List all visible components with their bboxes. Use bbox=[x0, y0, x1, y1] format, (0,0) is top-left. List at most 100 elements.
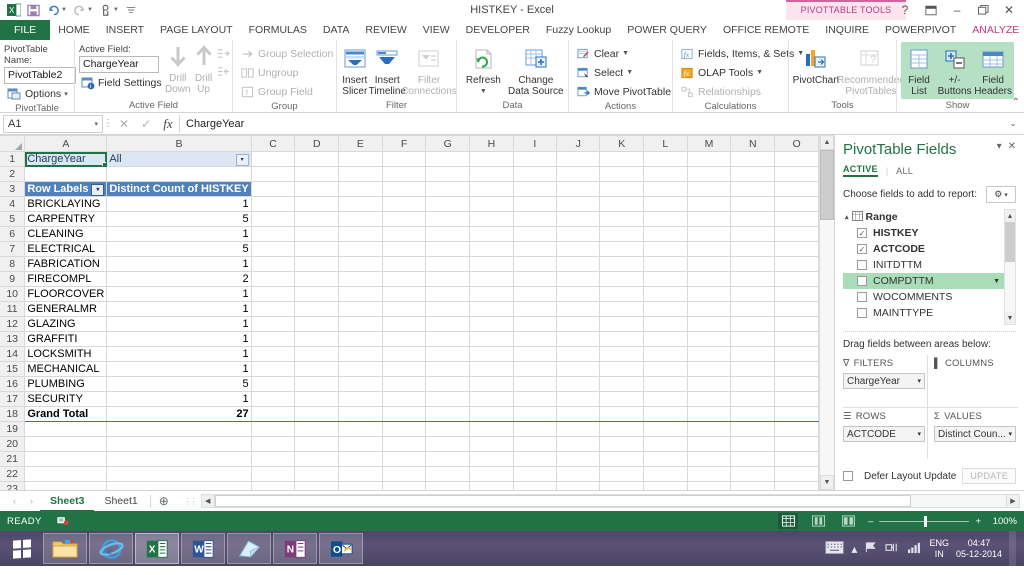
tab-page-layout[interactable]: PAGE LAYOUT bbox=[152, 20, 241, 40]
cell-N22[interactable] bbox=[730, 466, 776, 482]
page-break-preview-button[interactable] bbox=[838, 513, 858, 529]
cell-J18[interactable] bbox=[556, 406, 601, 422]
cell-J15[interactable] bbox=[556, 361, 601, 377]
defer-layout-update-row[interactable]: Defer Layout Update bbox=[843, 471, 956, 482]
cell-M17[interactable] bbox=[687, 391, 732, 407]
cell-I1[interactable] bbox=[513, 151, 557, 167]
cell-B23[interactable] bbox=[106, 481, 252, 490]
cell-L13[interactable] bbox=[643, 331, 688, 347]
row-header-22[interactable]: 22 bbox=[0, 466, 26, 482]
cell-K1[interactable] bbox=[599, 151, 645, 167]
cell-J1[interactable] bbox=[556, 151, 601, 167]
cell-B4[interactable]: 1 bbox=[106, 196, 252, 212]
field-settings-button[interactable]: i Field Settings bbox=[79, 74, 163, 91]
cell-I9[interactable] bbox=[513, 271, 557, 287]
cell-O6[interactable] bbox=[774, 226, 819, 242]
cell-H7[interactable] bbox=[469, 241, 514, 257]
cell-F5[interactable] bbox=[382, 211, 427, 227]
cell-H11[interactable] bbox=[469, 301, 514, 317]
row-header-3[interactable]: 3 bbox=[0, 181, 26, 197]
cell-C7[interactable] bbox=[251, 241, 296, 257]
tab-view[interactable]: VIEW bbox=[415, 20, 458, 40]
field-checkbox-initdttm[interactable] bbox=[857, 260, 867, 270]
taskbar-file-explorer-icon[interactable] bbox=[43, 533, 87, 564]
cell-B8[interactable]: 1 bbox=[106, 256, 252, 272]
cell-C20[interactable] bbox=[251, 436, 296, 452]
cell-O2[interactable] bbox=[774, 166, 819, 182]
cell-G20[interactable] bbox=[425, 436, 471, 452]
cell-L6[interactable] bbox=[643, 226, 688, 242]
cell-B19[interactable] bbox=[106, 421, 252, 437]
cell-F12[interactable] bbox=[382, 316, 427, 332]
cell-D19[interactable] bbox=[294, 421, 340, 437]
field-list[interactable]: ▴ Range ✓ HISTKEY ✓ ACTCODE INITDTTM COM… bbox=[843, 209, 1016, 325]
row-header-15[interactable]: 15 bbox=[0, 361, 26, 377]
cell-A9[interactable]: FIRECOMPL bbox=[24, 271, 108, 287]
cell-D2[interactable] bbox=[294, 166, 340, 182]
cell-J9[interactable] bbox=[556, 271, 601, 287]
cell-E8[interactable] bbox=[338, 256, 383, 272]
cell-B22[interactable] bbox=[106, 466, 252, 482]
move-pivottable-button[interactable]: Move PivotTable bbox=[573, 83, 673, 100]
cell-L23[interactable] bbox=[643, 481, 688, 490]
cell-E10[interactable] bbox=[338, 286, 383, 302]
cell-O14[interactable] bbox=[774, 346, 819, 362]
field-list-scrollbar[interactable]: ▲ ▼ bbox=[1004, 209, 1016, 325]
cell-M9[interactable] bbox=[687, 271, 732, 287]
cell-F7[interactable] bbox=[382, 241, 427, 257]
field-row-actcode[interactable]: ✓ ACTCODE bbox=[843, 241, 1004, 257]
cell-M20[interactable] bbox=[687, 436, 732, 452]
row-header-10[interactable]: 10 bbox=[0, 286, 26, 302]
field-row-histkey[interactable]: ✓ HISTKEY bbox=[843, 225, 1004, 241]
cell-J5[interactable] bbox=[556, 211, 601, 227]
zoom-in-button[interactable]: + bbox=[975, 516, 981, 527]
cell-J14[interactable] bbox=[556, 346, 601, 362]
cell-G15[interactable] bbox=[425, 361, 471, 377]
cell-O16[interactable] bbox=[774, 376, 819, 392]
sheet-tab-sheet1[interactable]: Sheet1 bbox=[94, 491, 147, 512]
tab-insert[interactable]: INSERT bbox=[98, 20, 152, 40]
cell-E6[interactable] bbox=[338, 226, 383, 242]
cell-K16[interactable] bbox=[599, 376, 645, 392]
cell-I2[interactable] bbox=[513, 166, 557, 182]
cell-A20[interactable] bbox=[24, 436, 108, 452]
cell-M19[interactable] bbox=[687, 421, 732, 437]
cell-B7[interactable]: 5 bbox=[106, 241, 252, 257]
col-header-M[interactable]: M bbox=[687, 135, 732, 152]
field-group-range[interactable]: ▴ Range bbox=[843, 209, 1004, 225]
col-header-H[interactable]: H bbox=[469, 135, 514, 152]
cell-B5[interactable]: 5 bbox=[106, 211, 252, 227]
cell-A17[interactable]: SECURITY bbox=[24, 391, 108, 407]
cell-H23[interactable] bbox=[469, 481, 514, 490]
cell-F9[interactable] bbox=[382, 271, 427, 287]
cell-O20[interactable] bbox=[774, 436, 819, 452]
cell-H19[interactable] bbox=[469, 421, 514, 437]
field-scroll-track[interactable] bbox=[1005, 222, 1015, 312]
cell-F2[interactable] bbox=[382, 166, 427, 182]
cell-I13[interactable] bbox=[513, 331, 557, 347]
cell-E21[interactable] bbox=[338, 451, 383, 467]
cell-J13[interactable] bbox=[556, 331, 601, 347]
cell-D20[interactable] bbox=[294, 436, 340, 452]
cell-C16[interactable] bbox=[251, 376, 296, 392]
field-checkbox-mainttype[interactable] bbox=[857, 308, 867, 318]
cell-N7[interactable] bbox=[730, 241, 776, 257]
cell-M22[interactable] bbox=[687, 466, 732, 482]
cell-I10[interactable] bbox=[513, 286, 557, 302]
taskbar-onenote-icon[interactable]: N bbox=[273, 533, 317, 564]
sheet-tab-sheet3[interactable]: Sheet3 bbox=[40, 490, 95, 512]
insert-function-icon[interactable]: fx bbox=[157, 116, 179, 132]
zoom-slider-thumb[interactable] bbox=[924, 515, 928, 527]
cell-L21[interactable] bbox=[643, 451, 688, 467]
cell-K23[interactable] bbox=[599, 481, 645, 490]
cell-H8[interactable] bbox=[469, 256, 514, 272]
cell-I17[interactable] bbox=[513, 391, 557, 407]
cell-B18[interactable]: 27 bbox=[106, 406, 252, 422]
cell-D5[interactable] bbox=[294, 211, 340, 227]
field-row-wocomments[interactable]: WOCOMMENTS bbox=[843, 289, 1004, 305]
cell-E5[interactable] bbox=[338, 211, 383, 227]
zoom-control[interactable]: – + 100% bbox=[868, 515, 1017, 527]
cell-O1[interactable] bbox=[774, 151, 819, 167]
chip-actcode[interactable]: ACTCODE ▾ bbox=[843, 426, 925, 442]
clear-caret-icon[interactable]: ▼ bbox=[622, 50, 629, 57]
